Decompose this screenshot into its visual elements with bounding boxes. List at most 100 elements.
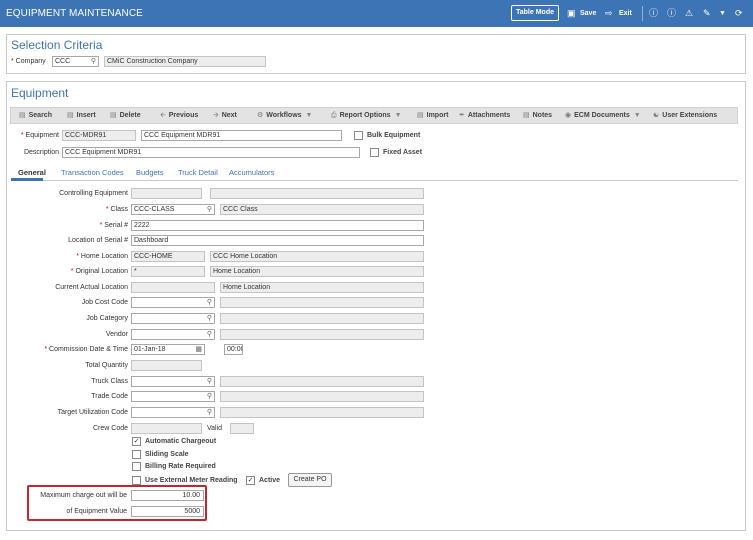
commission-label: * Commission Date & Time: [44, 346, 128, 353]
automatic-chargeout-label: Automatic Chargeout: [145, 438, 217, 445]
search-icon[interactable]: ⚲: [207, 392, 212, 401]
job-category-name-field: [220, 313, 424, 324]
active-tab-indicator: [11, 178, 43, 181]
commission-date-input[interactable]: 01-Jan-18 ▦: [131, 344, 205, 355]
arrow-right-icon: 🡪: [213, 112, 219, 119]
search-icon[interactable]: ⚲: [207, 298, 212, 307]
location-serial-input[interactable]: Dashboard: [131, 235, 424, 246]
workflows-button[interactable]: ⚙ Workflows ▼: [257, 112, 312, 120]
table-mode-button[interactable]: Table Mode: [511, 5, 559, 21]
target-utilization-code-label: Target Utilization Code: [57, 409, 128, 416]
job-cost-code-input[interactable]: ⚲: [131, 297, 215, 308]
description-input[interactable]: CCC Equipment MDR91: [62, 147, 360, 158]
equipment-value-label: of Equipment Value: [66, 508, 127, 515]
search-icon: ▤: [19, 112, 26, 119]
billing-rate-required-checkbox[interactable]: [132, 462, 141, 471]
tab-budgets[interactable]: Budgets: [136, 168, 164, 178]
edit-icon[interactable]: ✎: [703, 6, 711, 20]
fixed-asset-checkbox[interactable]: [370, 148, 379, 157]
search-icon[interactable]: ⚲: [207, 205, 212, 214]
sliding-scale-label: Sliding Scale: [145, 451, 189, 458]
import-icon: ▤: [417, 112, 424, 119]
trade-code-input[interactable]: ⚲: [131, 391, 215, 402]
bulk-equipment-label: Bulk Equipment: [367, 132, 421, 139]
app-title: EQUIPMENT MAINTENANCE: [6, 8, 143, 19]
location-serial-label: Location of Serial #: [68, 237, 128, 244]
controlling-equipment-label: Controlling Equipment: [59, 190, 128, 197]
equipment-value-input[interactable]: 5000: [131, 506, 204, 517]
next-button[interactable]: 🡪 Next: [213, 112, 237, 120]
tab-truck-detail[interactable]: Truck Detail: [178, 168, 218, 178]
tab-transaction-codes[interactable]: Transaction Codes: [61, 168, 124, 178]
automatic-chargeout-checkbox[interactable]: ✓: [132, 437, 141, 446]
serial-label: * Serial #: [99, 222, 128, 229]
notes-button[interactable]: ▤ Notes: [523, 112, 552, 120]
use-external-meter-checkbox[interactable]: [132, 476, 141, 485]
tab-accumulators[interactable]: Accumulators: [229, 168, 274, 178]
selection-criteria-title: Selection Criteria: [11, 38, 103, 52]
target-utilization-code-input[interactable]: ⚲: [131, 407, 215, 418]
commission-time-input[interactable]: 00:00: [224, 344, 243, 355]
save-button[interactable]: Save: [580, 8, 596, 19]
delete-button[interactable]: ▤ Delete: [110, 112, 141, 120]
tab-general[interactable]: General: [18, 168, 46, 178]
report-options-button[interactable]: ⎙ Report Options ▼: [331, 112, 402, 120]
company-input[interactable]: CCC ⚲: [52, 56, 99, 67]
controlling-equipment-name-field: [210, 188, 424, 199]
job-category-label: Job Category: [86, 315, 128, 322]
current-actual-location-name-field: Home Location: [220, 282, 424, 293]
user-extensions-button[interactable]: ☯ User Extensions: [653, 112, 717, 120]
job-cost-code-name-field: [220, 297, 424, 308]
sliding-scale-checkbox[interactable]: [132, 450, 141, 459]
active-checkbox[interactable]: ✓: [246, 476, 255, 485]
chevron-down-icon[interactable]: ▼: [719, 7, 726, 21]
refresh-icon[interactable]: ⟳: [735, 6, 743, 20]
ecm-documents-button[interactable]: ◉ ECM Documents ▼: [565, 112, 641, 120]
print-icon: ⎙: [331, 112, 337, 119]
original-location-label: * Original Location: [70, 268, 128, 275]
arrow-left-icon: 🡨: [160, 112, 166, 119]
chevron-down-icon: ▼: [633, 112, 641, 119]
help-icon[interactable]: ⓘ: [667, 6, 676, 20]
equipment-title: Equipment: [11, 86, 69, 100]
vendor-input[interactable]: ⚲: [131, 329, 215, 340]
trade-code-label: Trade Code: [91, 393, 128, 400]
search-icon[interactable]: ⚲: [207, 330, 212, 339]
search-button[interactable]: ▤ Search: [19, 112, 52, 120]
calendar-icon[interactable]: ▦: [195, 345, 202, 354]
search-icon[interactable]: ⚲: [207, 408, 212, 417]
info-icon[interactable]: ⓘ: [649, 6, 658, 20]
max-charge-input[interactable]: 10.00: [131, 490, 204, 501]
exit-icon: ⇨: [605, 8, 613, 18]
class-input[interactable]: CCC-CLASS ⚲: [131, 204, 215, 215]
job-category-input[interactable]: ⚲: [131, 313, 215, 324]
insert-button[interactable]: ▤ Insert: [67, 112, 96, 120]
class-name-field: CCC Class: [220, 204, 424, 215]
crew-code-field: [131, 423, 202, 434]
valid-field: [230, 423, 254, 434]
delete-icon: ▤: [110, 112, 117, 119]
search-icon[interactable]: ⚲: [91, 57, 96, 66]
exit-button[interactable]: Exit: [619, 8, 632, 19]
equipment-name-input[interactable]: CCC Equipment MDR91: [141, 130, 342, 141]
equipment-code-field: CCC-MDR91: [62, 130, 136, 141]
workflows-icon: ⚙: [257, 112, 264, 119]
search-icon[interactable]: ⚲: [207, 314, 212, 323]
home-location-field: CCC-HOME: [131, 251, 205, 262]
valid-label: Valid: [207, 425, 223, 432]
search-icon[interactable]: ⚲: [207, 377, 212, 386]
previous-button[interactable]: 🡨 Previous: [160, 112, 198, 120]
current-actual-location-field: [131, 282, 215, 293]
current-actual-location-label: Current Actual Location: [55, 284, 128, 291]
import-button[interactable]: ▤ Import: [417, 112, 448, 120]
attachments-button[interactable]: ✒ Attachments: [459, 112, 510, 120]
active-label: Active: [259, 477, 281, 484]
create-po-button[interactable]: Create PO: [288, 473, 332, 487]
serial-input[interactable]: 2222: [131, 220, 424, 231]
save-icon: ▣: [567, 8, 576, 18]
truck-class-input[interactable]: ⚲: [131, 376, 215, 387]
bulk-equipment-checkbox[interactable]: [354, 131, 363, 140]
warning-icon[interactable]: ⚠: [685, 6, 693, 20]
user-extensions-icon: ☯: [653, 112, 660, 119]
tab-divider: [11, 180, 738, 181]
